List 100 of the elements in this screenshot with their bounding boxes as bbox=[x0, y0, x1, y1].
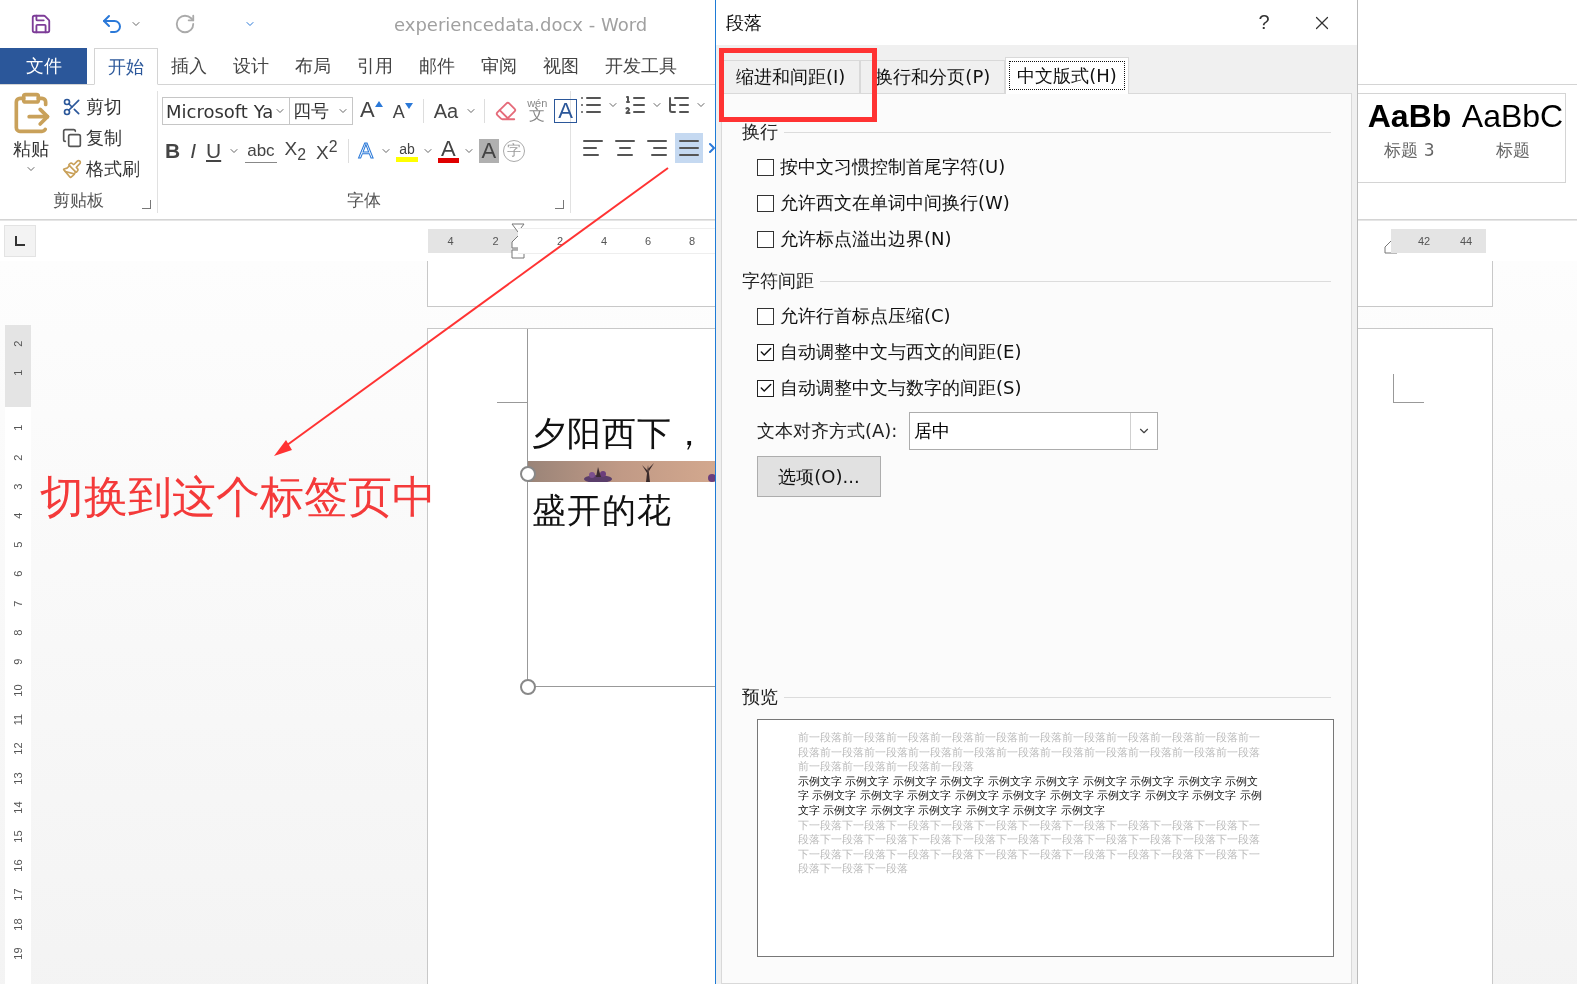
checkbox[interactable] bbox=[757, 158, 774, 176]
options-button[interactable]: 选项(O)... bbox=[757, 456, 881, 497]
dialog-tab[interactable]: 缩进和间距(I) bbox=[721, 60, 861, 93]
document-text: 夕阳西下， bbox=[531, 412, 708, 455]
checkbox-label: 按中文习惯控制首尾字符(U) bbox=[780, 155, 1006, 179]
copy-icon bbox=[62, 128, 82, 148]
copy-button[interactable]: 复制 bbox=[62, 124, 140, 152]
ruler-number: 5 bbox=[11, 540, 25, 550]
dialog-tab[interactable]: 换行和分页(P) bbox=[860, 60, 1006, 93]
group-label: 字体 bbox=[347, 188, 381, 212]
dialog-title: 段落 bbox=[726, 10, 763, 35]
checkbox[interactable] bbox=[757, 230, 774, 248]
checkbox-label: 允许西文在单词中间换行(W) bbox=[780, 191, 1010, 215]
crop-mark bbox=[1393, 374, 1424, 403]
ruler-number: 14 bbox=[11, 800, 25, 816]
tab-stop-icon bbox=[15, 236, 25, 246]
ruler-number: 19 bbox=[11, 946, 25, 962]
ruler-number: 44 bbox=[1458, 235, 1474, 247]
undo-icon bbox=[100, 12, 124, 36]
eraser-icon bbox=[495, 100, 518, 122]
font-name-field[interactable]: Microsoft Ya bbox=[162, 97, 290, 125]
checkbox[interactable] bbox=[757, 307, 774, 325]
section-heading: 字符间距 bbox=[742, 269, 814, 293]
font-color-button[interactable]: A bbox=[437, 139, 459, 163]
resize-handle[interactable] bbox=[520, 679, 536, 695]
annotation-text: 切换到这个标签页中 bbox=[40, 470, 436, 524]
highlight-button[interactable]: ab bbox=[396, 140, 418, 162]
paintbrush-icon bbox=[62, 159, 82, 179]
ruler-number: 13 bbox=[11, 771, 25, 787]
scissors-icon bbox=[62, 97, 82, 117]
ruler-number: 8 bbox=[11, 628, 25, 638]
checkbox-label: 允许行首标点压缩(C) bbox=[780, 304, 951, 328]
ruler-number: 6 bbox=[643, 235, 653, 247]
ruler-number: 12 bbox=[11, 741, 25, 758]
ruler-number: 2 bbox=[11, 453, 25, 463]
preview-sample-text: 示例文字 示例文字 示例文字 示例文字 示例文字 示例文字 示例文字 示例文字 示例文字 示例文字 示例文字 示例文字 示例文字 示例文字 示例文字 示例文字 示例文字 示例文字 示例文字 示例文字 示例文字 示例文字 示例文字 示例文字 示例文字 示例文字 bbox=[798, 774, 1263, 819]
ruler-number: 15 bbox=[11, 829, 25, 845]
ruler-number: 4 bbox=[599, 235, 609, 247]
character-shading-button[interactable]: A bbox=[478, 139, 500, 163]
dialog-launcher-icon[interactable] bbox=[142, 200, 151, 209]
ribbon-tab[interactable]: 开始 bbox=[94, 48, 158, 85]
dialog-launcher-icon[interactable] bbox=[555, 200, 564, 209]
change-case-button[interactable]: Aa bbox=[430, 97, 462, 125]
document-text: 盛开的花 bbox=[531, 489, 673, 532]
section-heading: 预览 bbox=[742, 685, 778, 709]
window-title: experiencedata.docx - Word bbox=[394, 13, 648, 35]
help-button[interactable]: ? bbox=[1241, 10, 1287, 35]
ruler-number: 2 bbox=[555, 235, 565, 247]
ruler-number: 10 bbox=[11, 683, 25, 699]
ruler-number: 1 bbox=[11, 368, 25, 378]
shrink-font-button[interactable]: A bbox=[389, 97, 416, 125]
ruler-number: 42 bbox=[1416, 235, 1432, 247]
ruler-number: 17 bbox=[11, 887, 25, 904]
tab-selector-button[interactable] bbox=[4, 225, 36, 257]
ruler-number: 2 bbox=[11, 339, 25, 349]
checkbox-label: 自动调整中文与西文的间距(E) bbox=[780, 340, 1022, 364]
checkbox[interactable] bbox=[757, 343, 774, 361]
ruler-number: 9 bbox=[11, 657, 25, 667]
bold-button[interactable]: B bbox=[162, 137, 184, 165]
format-painter-button[interactable]: 格式刷 bbox=[62, 155, 140, 183]
strikethrough-button[interactable]: abc bbox=[244, 137, 278, 165]
field-label: 文本对齐方式(A): bbox=[757, 419, 898, 443]
align-justify-button[interactable] bbox=[675, 133, 703, 163]
ruler-number: 3 bbox=[11, 482, 25, 492]
character-border-button[interactable]: A bbox=[554, 99, 578, 123]
ruler-number: 16 bbox=[11, 858, 25, 874]
group-label: 剪贴板 bbox=[53, 188, 104, 212]
resize-handle[interactable] bbox=[520, 466, 536, 482]
ruler-number: 4 bbox=[11, 511, 25, 521]
numbering-icon[interactable] bbox=[623, 93, 647, 117]
ruler-number: 8 bbox=[687, 235, 697, 247]
phonetic-guide-button[interactable]: wén 文 bbox=[524, 97, 551, 125]
checkbox[interactable] bbox=[757, 194, 774, 212]
cut-button[interactable]: 剪切 bbox=[62, 93, 140, 121]
ruler-number: 2 bbox=[491, 235, 500, 247]
style-sample: AaBbC bbox=[1461, 98, 1564, 135]
up-triangle-icon bbox=[374, 101, 383, 107]
ruler-number: 4 bbox=[446, 235, 455, 247]
ruler-number: 1 bbox=[11, 423, 25, 434]
redo-icon bbox=[174, 13, 196, 35]
checkbox-label: 允许标点溢出边界(N) bbox=[780, 227, 952, 251]
ruler-number: 6 bbox=[11, 569, 25, 579]
ruler-number: 11 bbox=[11, 713, 25, 728]
checkbox[interactable] bbox=[757, 379, 774, 397]
italic-button[interactable]: I bbox=[187, 137, 199, 165]
section-heading: 换行 bbox=[742, 120, 778, 144]
grow-font-button[interactable]: A bbox=[357, 97, 386, 125]
style-name: 标题 bbox=[1495, 139, 1530, 162]
style-name: 标题 3 bbox=[1384, 139, 1435, 162]
down-triangle-icon bbox=[404, 103, 413, 109]
script-button[interactable]: X$^{2}$ bbox=[313, 137, 341, 165]
alignment-select[interactable]: 居中 bbox=[909, 412, 1159, 450]
underline-button[interactable]: U bbox=[203, 137, 225, 165]
file-tab[interactable]: 文件 bbox=[0, 48, 87, 84]
style-sample: AaBb bbox=[1367, 98, 1452, 135]
dialog-tab[interactable]: 中文版式(H) bbox=[1005, 57, 1129, 94]
paste-button[interactable]: 粘贴 bbox=[0, 91, 62, 187]
script-button[interactable]: X$_{2}$ bbox=[281, 137, 310, 165]
font-size-field[interactable]: 四号 bbox=[289, 97, 353, 125]
ruler-number: 18 bbox=[11, 917, 25, 933]
